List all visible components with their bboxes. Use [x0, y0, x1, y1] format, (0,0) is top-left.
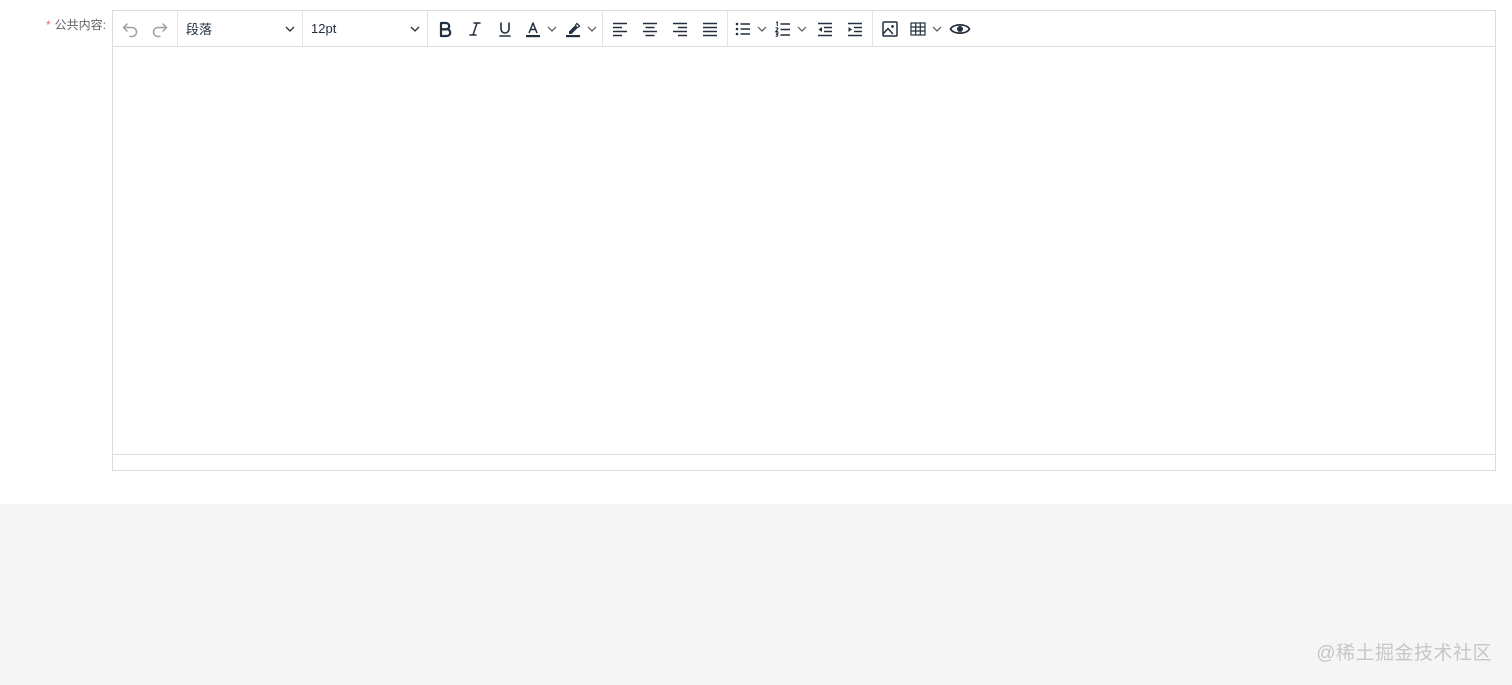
chevron-down-icon [285, 26, 295, 32]
block-format-group: 段落 [178, 11, 303, 46]
redo-button[interactable] [146, 15, 174, 43]
underline-icon [499, 21, 511, 37]
preview-icon [949, 23, 971, 34]
outdent-button[interactable] [811, 15, 839, 43]
table-icon [910, 21, 926, 36]
preview-button[interactable] [946, 15, 974, 43]
required-mark: * [45, 18, 51, 32]
font-size-group: 12pt [303, 11, 428, 46]
numbered-list-button[interactable] [771, 15, 809, 43]
editor-content-area[interactable] [113, 47, 1495, 455]
form-label: * 公共内容: [30, 16, 106, 34]
indent-button[interactable] [841, 15, 869, 43]
underline-button[interactable] [491, 15, 519, 43]
align-justify-button[interactable] [696, 15, 724, 43]
insert-table-button[interactable] [906, 15, 944, 43]
chevron-down-icon [547, 26, 557, 32]
text-color-button[interactable] [521, 15, 559, 43]
rich-text-editor: 段落 12pt [112, 10, 1496, 471]
undo-button[interactable] [116, 15, 144, 43]
align-left-button[interactable] [606, 15, 634, 43]
chevron-down-icon [410, 26, 420, 32]
form-label-text: 公共内容: [54, 18, 106, 32]
form-area: * 公共内容: 段落 12pt [0, 0, 1512, 504]
bullet-list-icon [735, 22, 750, 35]
align-right-button[interactable] [666, 15, 694, 43]
font-size-select[interactable]: 12pt [303, 15, 427, 43]
bullet-list-button[interactable] [731, 15, 769, 43]
block-format-value: 段落 [186, 22, 213, 37]
chevron-down-icon [757, 26, 767, 32]
align-justify-icon [703, 22, 717, 36]
align-center-icon [643, 22, 657, 36]
chevron-down-icon [932, 26, 942, 32]
align-left-icon [613, 22, 627, 36]
history-group [113, 11, 178, 46]
redo-icon [152, 22, 168, 37]
format-group [428, 11, 603, 46]
insert-group [873, 11, 977, 46]
editor-toolbar: 段落 12pt [113, 11, 1495, 47]
undo-icon [122, 22, 138, 37]
font-size-value: 12pt [311, 21, 337, 36]
insert-image-button[interactable] [876, 15, 904, 43]
outdent-icon [818, 22, 832, 36]
editor-statusbar [113, 455, 1495, 470]
chevron-down-icon [797, 26, 807, 32]
highlight-icon [566, 22, 581, 37]
align-center-button[interactable] [636, 15, 664, 43]
highlight-button[interactable] [561, 15, 599, 43]
italic-icon [469, 21, 481, 36]
bold-button[interactable] [431, 15, 459, 43]
numbered-list-icon [774, 20, 790, 37]
align-right-icon [673, 22, 687, 36]
chevron-down-icon [587, 26, 597, 32]
image-icon [882, 20, 898, 37]
italic-button[interactable] [461, 15, 489, 43]
block-format-select[interactable]: 段落 [178, 15, 302, 43]
watermark: @稀土掘金技术社区 [1316, 643, 1492, 664]
indent-icon [848, 22, 862, 36]
text-color-icon [526, 21, 540, 37]
list-group [728, 11, 873, 46]
align-group [603, 11, 728, 46]
bold-icon [439, 21, 452, 37]
